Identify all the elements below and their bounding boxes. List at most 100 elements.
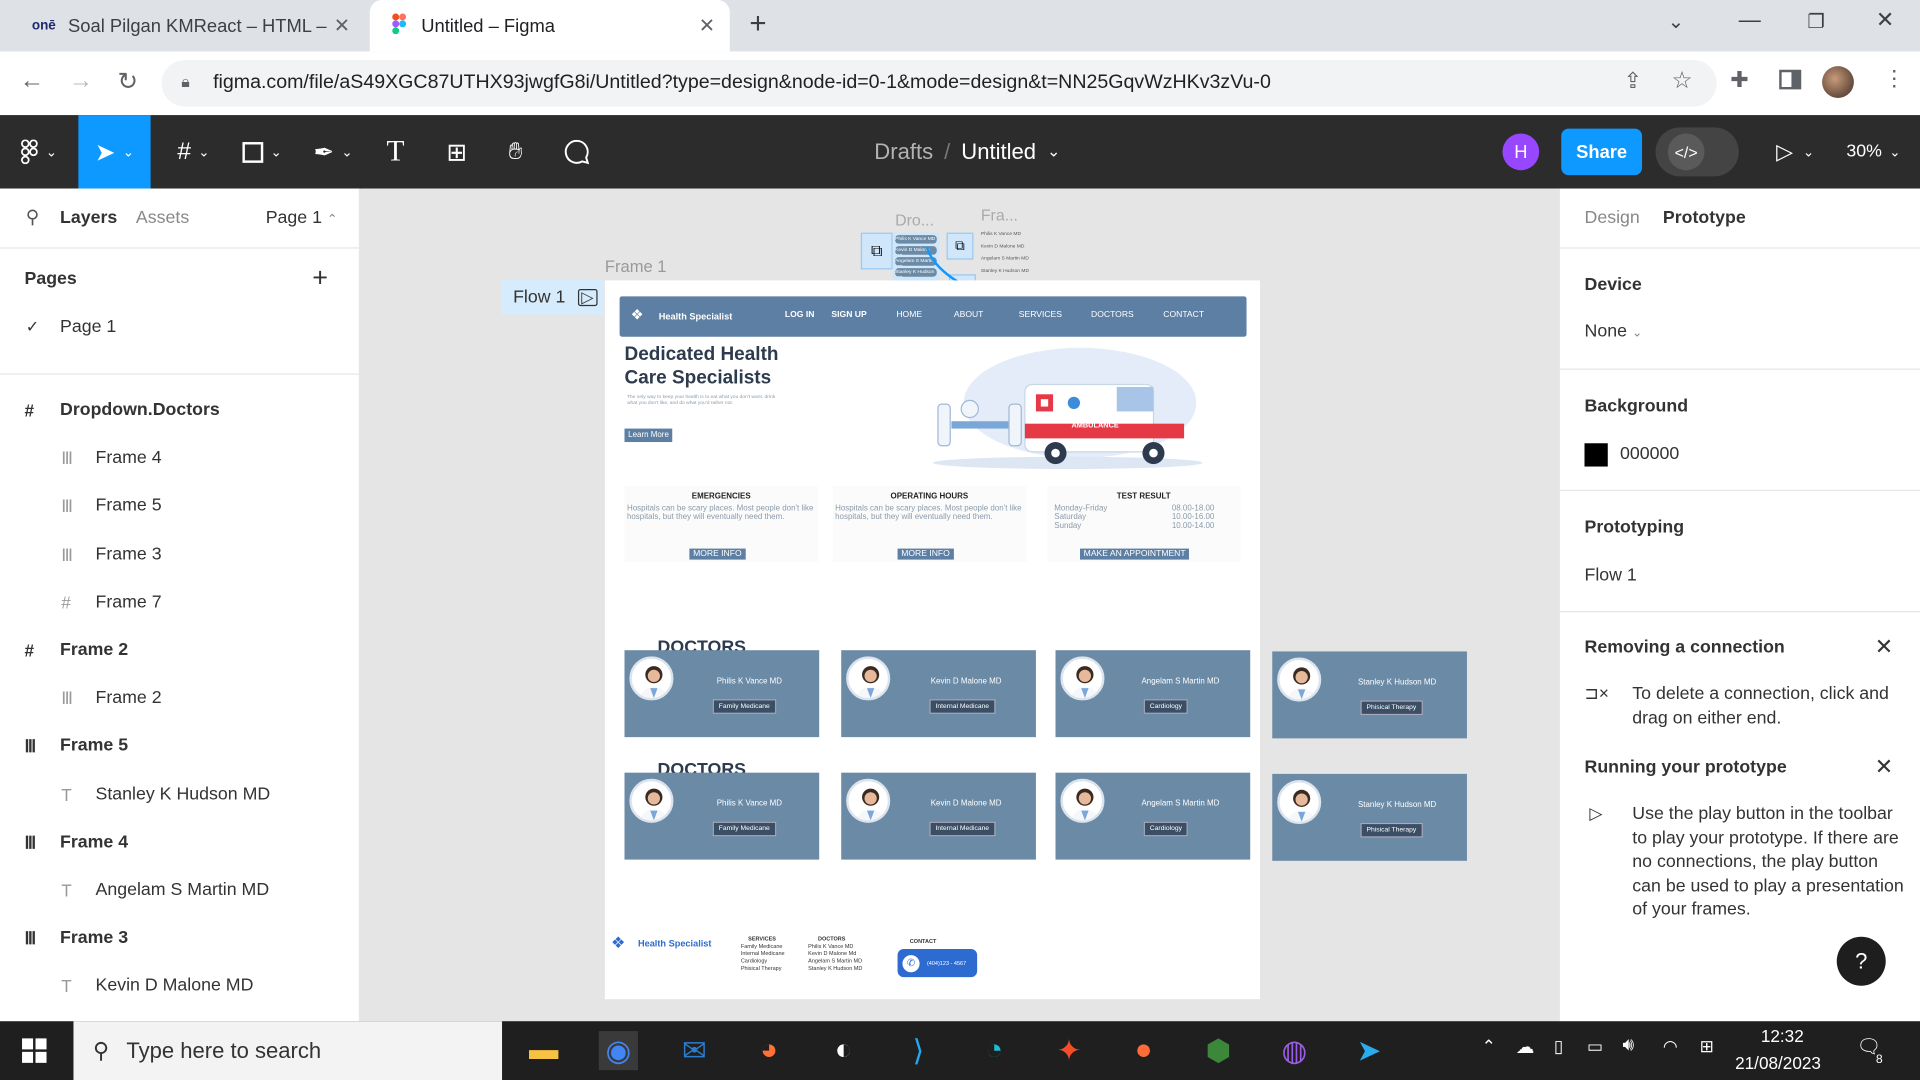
learn-more-button[interactable]: Learn More <box>624 428 673 443</box>
figma-main-menu-icon[interactable]: ⌄ <box>10 115 69 188</box>
footer-doctor-item[interactable]: Philis K Vance MD <box>808 943 862 950</box>
nav-link-log-in[interactable]: LOG IN <box>785 311 815 320</box>
layer-item[interactable]: Ⅲ Frame 3 <box>0 927 360 951</box>
wifi-icon[interactable]: ◠ <box>1663 1036 1678 1057</box>
layer-item[interactable]: # Frame 2 <box>0 639 360 663</box>
footer-doctor-item[interactable]: Stanley K Hudson MD <box>808 965 862 972</box>
zoom-level[interactable]: 30% ⌄ <box>1837 115 1910 188</box>
restore-icon[interactable]: ❐ <box>1807 10 1825 34</box>
browser-tab-onenote[interactable]: onē Soal Pilgan KMReact – HTML – O ✕ <box>10 0 365 51</box>
footer-service-item[interactable]: Phisical Therapy <box>741 965 785 972</box>
shape-tool-icon[interactable]: ⌄ <box>233 115 292 188</box>
nav-link-home[interactable]: HOME <box>896 311 922 320</box>
show-hidden-icons-icon[interactable]: ⌃ <box>1482 1036 1496 1057</box>
tab-prototype[interactable]: Prototype <box>1663 208 1746 228</box>
github-desktop-icon[interactable]: ◍ <box>1275 1031 1314 1070</box>
forward-icon[interactable]: → <box>69 67 93 95</box>
firefox-icon[interactable]: ◕ <box>749 1031 788 1070</box>
layer-item[interactable]: Ⅲ Frame 4 <box>0 831 360 855</box>
layer-item[interactable]: # Dropdown.Doctors <box>0 399 360 423</box>
footer-service-item[interactable]: Family Medicane <box>741 943 785 950</box>
close-icon[interactable]: ✕ <box>1875 634 1893 660</box>
minimize-icon[interactable]: — <box>1739 7 1761 33</box>
windows-start-icon[interactable] <box>22 1038 47 1063</box>
clock-date[interactable]: 21/08/2023 <box>1735 1053 1821 1073</box>
layer-item[interactable]: T Stanley K Hudson MD <box>0 783 360 807</box>
frame-label[interactable]: Frame 1 <box>605 257 667 275</box>
language-icon[interactable]: ⊞ <box>1700 1036 1714 1057</box>
footer-service-item[interactable]: Cardiology <box>741 958 785 965</box>
taskbar-search-box[interactable]: ⚲ Type here to search <box>73 1021 503 1080</box>
nav-link-contact[interactable]: CONTACT <box>1163 311 1204 320</box>
tab-assets[interactable]: Assets <box>136 208 189 228</box>
flow-starting-point[interactable]: Flow 1 ▷ <box>500 279 604 315</box>
doctor-card[interactable]: Philis K Vance MD Family Medicane <box>624 772 820 860</box>
layer-item[interactable]: Ⅲ Frame 2 <box>0 687 360 711</box>
page-selector[interactable]: Page 1 ⌃ <box>266 208 337 228</box>
help-button[interactable]: ? <box>1836 936 1886 986</box>
tab-close-icon[interactable]: ✕ <box>334 13 350 37</box>
doctor-card[interactable]: Kevin D Malone MD Internal Medicane <box>841 650 1036 738</box>
doctor-card[interactable]: Kevin D Malone MD Internal Medicane <box>841 772 1036 860</box>
breadcrumb-drafts[interactable]: Drafts <box>874 139 933 165</box>
page-item[interactable]: Page 1 <box>60 317 116 337</box>
battery-icon[interactable]: ▭ <box>1587 1036 1603 1057</box>
background-value[interactable]: 000000 <box>1620 443 1679 467</box>
app-circle-icon[interactable]: ◐ <box>824 1031 863 1070</box>
nav-link-doctors[interactable]: DOCTORS <box>1091 311 1134 320</box>
postman-icon[interactable]: ● <box>1124 1031 1163 1070</box>
nav-link-sign-up[interactable]: SIGN UP <box>831 311 866 320</box>
chrome-menu-icon[interactable]: ⋮ <box>1883 66 1905 92</box>
reload-icon[interactable]: ↻ <box>118 66 139 97</box>
git-icon[interactable]: ✦ <box>1049 1031 1088 1070</box>
nav-link-services[interactable]: SERVICES <box>1019 311 1062 320</box>
file-explorer-icon[interactable]: ▬ <box>524 1031 563 1070</box>
browser-tab-figma[interactable]: Untitled – Figma ✕ <box>369 0 730 52</box>
share-button[interactable]: Share <box>1561 128 1643 176</box>
telegram-icon[interactable]: ➤ <box>1349 1031 1388 1070</box>
node-icon[interactable]: ⬢ <box>1199 1031 1238 1070</box>
background-swatch[interactable] <box>1584 443 1608 467</box>
present-play-icon[interactable]: ▷ ⌄ <box>1766 115 1825 188</box>
doctor-card[interactable]: Angelam S Martin MD Cardiology <box>1055 650 1251 738</box>
close-icon[interactable]: ✕ <box>1875 754 1893 780</box>
comment-tool-icon[interactable] <box>553 115 600 188</box>
profile-avatar[interactable] <box>1822 66 1854 98</box>
back-icon[interactable]: ← <box>20 67 44 95</box>
extensions-puzzle-icon[interactable]: ✚ <box>1730 67 1748 93</box>
vscode-icon[interactable]: ⟩ <box>899 1031 938 1070</box>
doctor-card[interactable]: Philis K Vance MD Family Medicane <box>624 650 820 738</box>
info-box-button[interactable]: MORE INFO <box>897 548 954 560</box>
dev-mode-toggle[interactable]: </> <box>1655 127 1739 177</box>
doctor-card[interactable]: Stanley K Hudson MD Phisical Therapy <box>1272 773 1467 861</box>
footer-doctor-item[interactable]: Angelam S Martin MD <box>808 958 862 965</box>
search-icon[interactable]: ⚲ <box>26 206 39 228</box>
frame-tool-icon[interactable]: # ⌄ <box>164 115 223 188</box>
flow-value[interactable]: Flow 1 <box>1585 564 1637 588</box>
tab-close-icon[interactable]: ✕ <box>699 13 715 37</box>
layer-item[interactable]: Ⅲ Frame 4 <box>0 447 360 471</box>
window-close-icon[interactable]: ✕ <box>1876 7 1894 33</box>
share-page-icon[interactable]: ⇪ <box>1624 69 1642 95</box>
nav-link-about[interactable]: ABOUT <box>954 311 984 320</box>
info-box-button[interactable]: MAKE AN APPOINTMENT <box>1080 548 1190 560</box>
edge-icon[interactable]: ◔ <box>975 1031 1014 1070</box>
layer-item[interactable]: # Frame 7 <box>0 591 360 615</box>
resources-icon[interactable]: ⊞ <box>433 115 480 188</box>
mail-icon[interactable]: ✉ <box>675 1031 714 1070</box>
info-box-button[interactable]: MORE INFO <box>689 548 746 560</box>
side-panel-icon[interactable] <box>1779 69 1802 90</box>
onedrive-icon[interactable]: ☁ <box>1516 1036 1534 1058</box>
tab-search-chevron-icon[interactable]: ⌄ <box>1668 10 1684 34</box>
device-icon[interactable]: ▯ <box>1554 1036 1563 1057</box>
device-select[interactable]: None ⌄ <box>1585 321 1643 346</box>
volume-icon[interactable]: 🔊︎ <box>1622 1035 1634 1056</box>
move-tool-icon[interactable]: ➤ ⌄ <box>78 115 151 189</box>
footer-service-item[interactable]: Internal Medicane <box>741 950 785 957</box>
layer-item[interactable]: Ⅲ Frame 5 <box>0 735 360 759</box>
hand-tool-icon[interactable]: ✋︎ <box>492 115 539 188</box>
clock-time[interactable]: 12:32 <box>1761 1026 1804 1046</box>
text-tool-icon[interactable]: T <box>372 115 419 188</box>
bookmark-star-icon[interactable]: ☆ <box>1671 67 1692 95</box>
phone-button[interactable]: ✆ (404)123 - 4567 <box>897 948 978 978</box>
